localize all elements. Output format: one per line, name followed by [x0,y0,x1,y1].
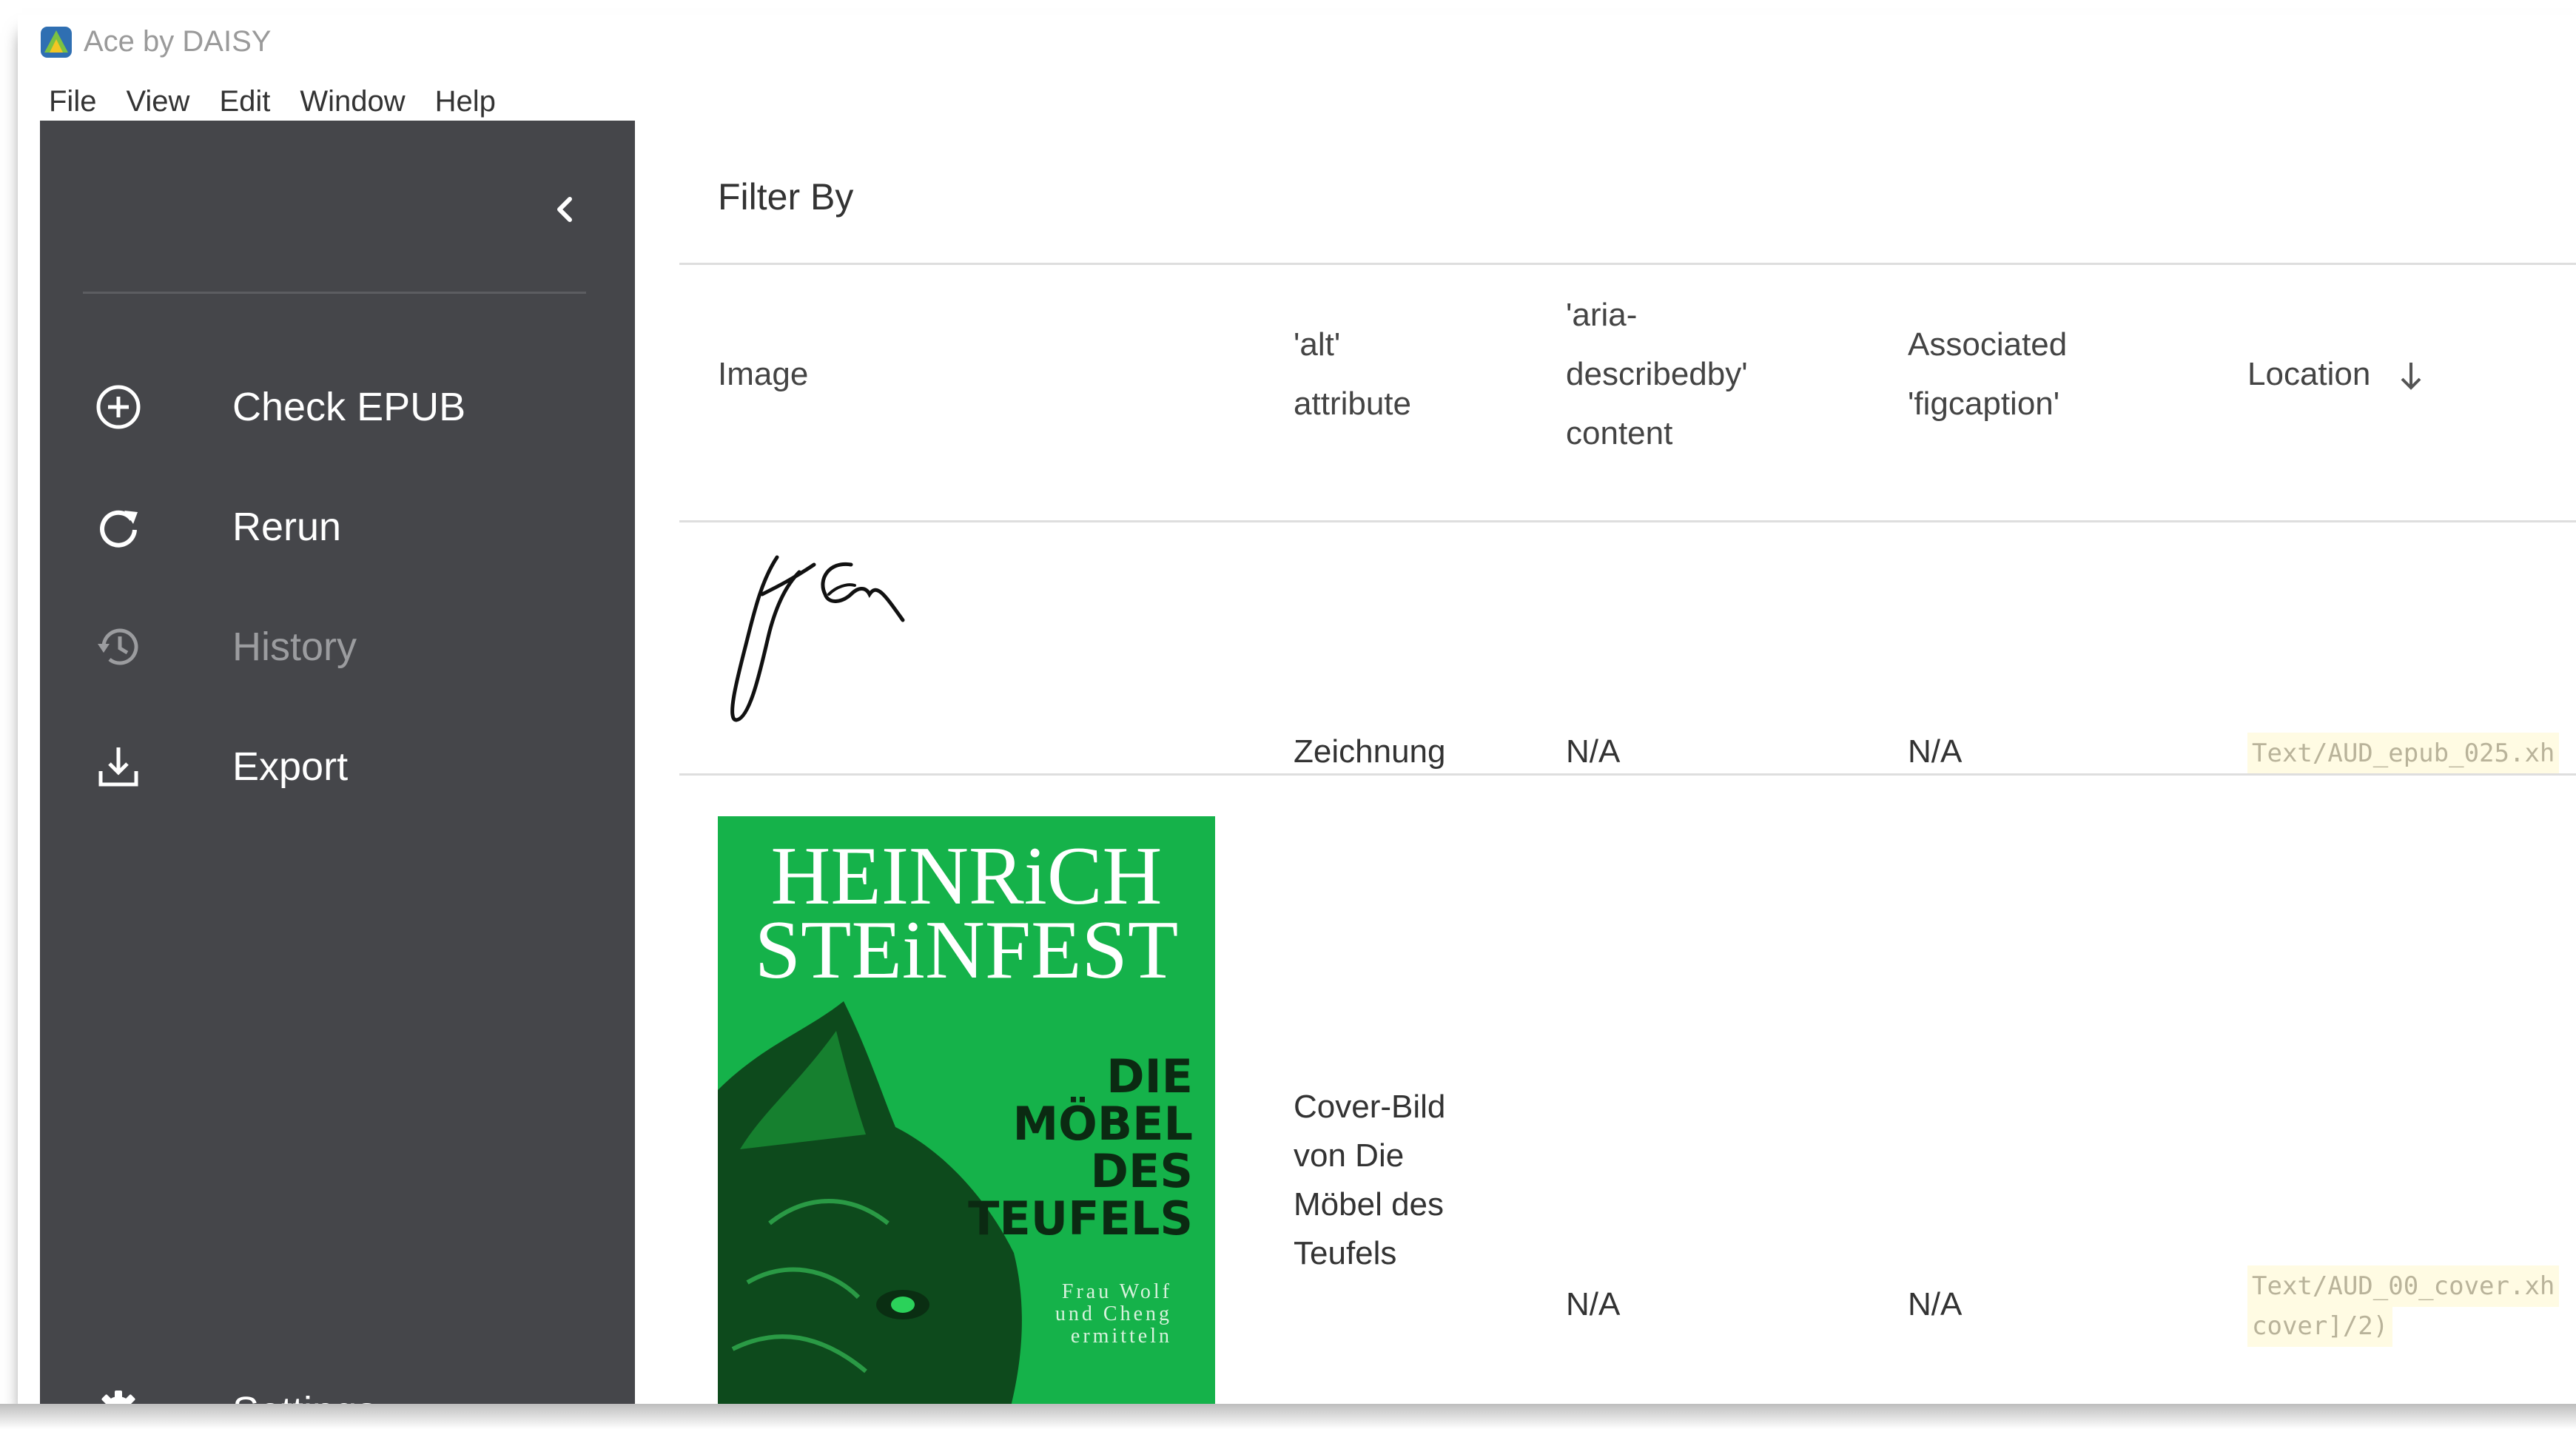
header-line: 'figcaption' [1908,386,2060,422]
menu-bar: File View Edit Window Help [49,75,525,127]
header-line: describedby' [1566,356,1748,392]
column-header-image[interactable]: Image [718,345,808,404]
add-circle-icon [96,385,141,429]
download-icon [98,747,138,787]
divider [679,263,2576,265]
header-line: content [1566,415,1673,451]
header-line: 'aria- [1566,297,1638,333]
filter-by-toggle[interactable]: Filter By [718,175,853,218]
alt-cell: Cover-Bild von Die Möbel des Teufels [1294,1083,1445,1278]
book-cover-image: HEINRiCH STEiNFEST DIE MÖBEL DES TEUFELS… [718,816,1215,1406]
location-line: cover]/2) [2247,1305,2393,1347]
images-table-panel: Filter By Image 'alt' attribute 'aria- d… [679,121,2576,1406]
arrow-down-icon [2401,363,2421,390]
header-line: Associated [1908,326,2068,363]
menu-help[interactable]: Help [435,75,496,127]
header-line: 'alt' [1294,326,1341,363]
window-shadow [0,1404,2576,1429]
cover-title-line: TEUFELS [968,1191,1193,1245]
sidebar-item-settings[interactable]: Settings [40,1356,635,1406]
cover-subtitle-line: und Cheng [1055,1302,1172,1325]
history-icon [98,628,138,665]
divider [679,773,2576,776]
chevron-left-icon[interactable] [543,187,588,232]
app-window: Ace by DAISY File View Edit Window Help … [18,15,2576,1406]
alt-line: Teufels [1294,1235,1397,1271]
sidebar-item-label: Rerun [232,505,342,549]
sidebar-item-history[interactable]: History [40,592,635,696]
menu-edit[interactable]: Edit [219,75,270,127]
menu-window[interactable]: Window [300,75,405,127]
location-link[interactable]: Text/AUD_epub_025.xh [2247,733,2560,774]
cover-title-line: DES [1090,1144,1193,1198]
sidebar: Check EPUB Rerun History Export [40,121,635,1406]
figcaption-cell: N/A [1908,1286,1963,1322]
alt-line: von Die [1294,1137,1405,1174]
header-line: attribute [1294,386,1411,422]
alt-cell: Zeichnung [1294,733,1446,770]
app-title: Ace by DAISY [84,25,272,58]
cover-author-line: STEiNFEST [754,904,1179,996]
location-line: Text/AUD_00_cover.xh [2247,1265,2560,1307]
title-bar: Ace by DAISY [18,15,2576,73]
sidebar-item-label: Export [232,744,349,789]
sidebar-divider [83,292,586,294]
refresh-icon [100,510,138,548]
figcaption-cell: N/A [1908,733,1963,770]
cover-subtitle-line: Frau Wolf [1061,1280,1172,1303]
sidebar-item-label: Check EPUB [232,385,466,429]
alt-line: Möbel des [1294,1186,1445,1223]
divider [679,520,2576,522]
cover-title-line: DIE [1106,1049,1193,1103]
app-logo-icon [41,27,72,58]
alt-line: Cover-Bild [1294,1089,1446,1125]
cover-author-line: HEINRiCH [770,830,1163,922]
sidebar-item-rerun[interactable]: Rerun [40,472,635,576]
sidebar-item-label: History [232,625,357,669]
aria-cell: N/A [1566,733,1621,770]
sidebar-item-export[interactable]: Export [40,712,635,816]
cover-subtitle-line: ermitteln [1070,1325,1172,1348]
header-line: Location [2247,356,2371,392]
cover-title-line: MÖBEL [1012,1097,1193,1151]
menu-file[interactable]: File [49,75,96,127]
signature-image [730,555,905,722]
aria-cell: N/A [1566,1286,1621,1322]
menu-view[interactable]: View [126,75,189,127]
sidebar-item-check-epub[interactable]: Check EPUB [40,352,635,456]
